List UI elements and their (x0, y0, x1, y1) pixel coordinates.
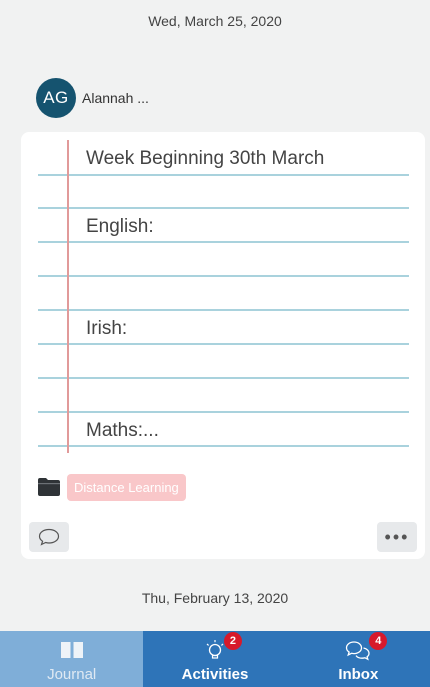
paper-rule (38, 309, 409, 311)
entry-text-line: English: (86, 216, 154, 237)
lined-paper: Week Beginning 30th March English: Irish… (21, 132, 425, 462)
entry-text-line: Week Beginning 30th March (86, 148, 325, 169)
tab-inbox[interactable]: 4 Inbox (286, 631, 430, 687)
tab-activities[interactable]: 2 Activities (143, 631, 287, 687)
chat-bubbles-icon (346, 641, 370, 661)
bottom-tab-bar: Journal 2 Activities 4 Inbox (0, 631, 430, 687)
journal-entry-card[interactable]: Week Beginning 30th March English: Irish… (21, 132, 425, 559)
author[interactable]: AG Alannah ... (36, 78, 149, 118)
entry-date: Thu, February 13, 2020 (141, 590, 289, 606)
entry-date: Wed, March 25, 2020 (148, 13, 282, 29)
more-options-button[interactable]: ••• (377, 522, 417, 552)
paper-rule (38, 343, 409, 345)
entry-text-line: Maths:... (86, 420, 159, 441)
lightbulb-icon (206, 640, 224, 659)
book-icon (60, 642, 83, 658)
avatar[interactable]: AG (36, 78, 76, 118)
paper-rule (38, 445, 409, 447)
paper-margin-line (67, 140, 69, 453)
paper-rule (38, 411, 409, 413)
tab-journal[interactable]: Journal (0, 631, 144, 687)
ellipsis-icon: ••• (384, 527, 410, 547)
activities-badge: 2 (223, 632, 242, 650)
comment-button[interactable] (29, 522, 69, 552)
paper-rule (38, 241, 409, 243)
tab-label: Activities (181, 666, 249, 683)
author-name: Alannah ... (82, 90, 149, 106)
paper-rule (38, 207, 409, 209)
paper-rule (38, 174, 409, 176)
comment-icon (38, 528, 60, 546)
folder-icon (38, 478, 60, 496)
tag-distance-learning[interactable]: Distance Learning (67, 474, 186, 501)
tab-label: Inbox (338, 666, 379, 683)
tab-label: Journal (47, 666, 97, 683)
paper-rule (38, 275, 409, 277)
inbox-badge: 4 (369, 632, 388, 650)
paper-rule (38, 377, 409, 379)
entry-text-line: Irish: (86, 318, 128, 339)
